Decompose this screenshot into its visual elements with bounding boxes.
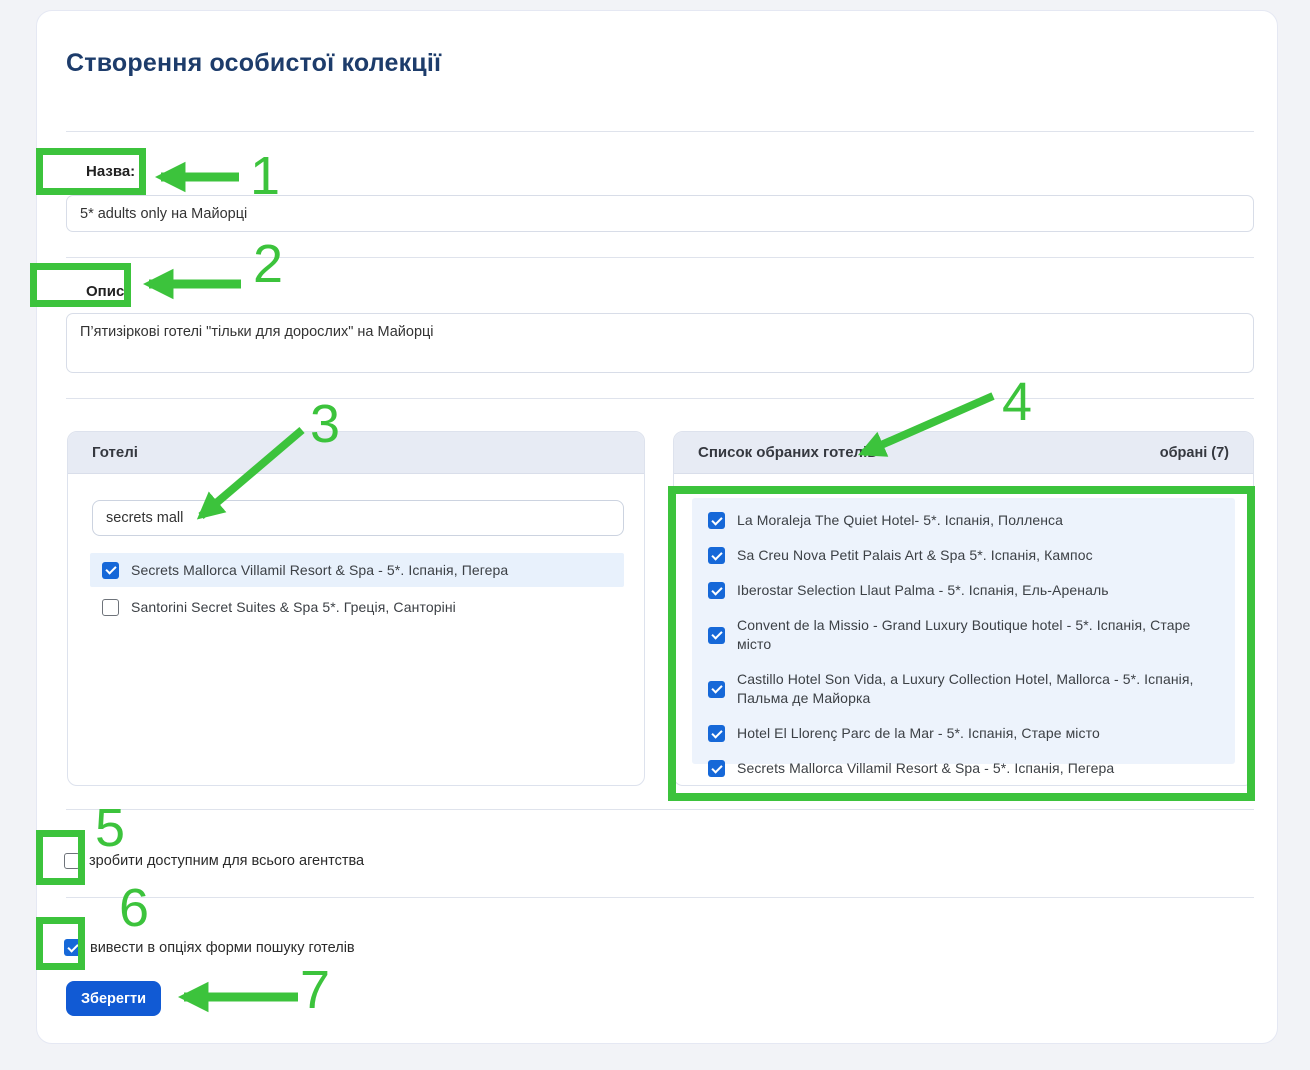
divider xyxy=(66,809,1254,810)
annotation-box-description-label xyxy=(30,263,131,307)
hotel-row[interactable]: Secrets Mallorca Villamil Resort & Spa -… xyxy=(90,553,624,587)
hotel-checkbox-unchecked[interactable] xyxy=(102,599,119,616)
annotation-box-selected-hotels xyxy=(668,486,1255,801)
annotation-number-3: 3 xyxy=(310,396,340,453)
annotation-arrow-2 xyxy=(135,266,247,302)
save-button[interactable]: Зберегти xyxy=(66,981,161,1016)
divider xyxy=(66,398,1254,399)
annotation-number-4: 4 xyxy=(1002,374,1032,431)
hotel-row[interactable]: Santorini Secret Suites & Spa 5*. Греція… xyxy=(90,590,624,624)
hotel-checkbox-checked[interactable] xyxy=(102,562,119,579)
annotation-number-1: 1 xyxy=(250,148,280,205)
annotation-arrow-1 xyxy=(145,159,245,195)
hotel-search-input[interactable] xyxy=(92,500,624,536)
hotels-panel-header: Готелі xyxy=(68,432,644,474)
name-input[interactable] xyxy=(66,195,1254,232)
annotation-arrow-3 xyxy=(185,420,310,532)
description-textarea[interactable]: П’ятизіркові готелі "тільки для дорослих… xyxy=(66,313,1254,373)
search-form-checkbox-label: вивести в опціях форми пошуку готелів xyxy=(90,940,355,956)
hotel-row-label: Santorini Secret Suites & Spa 5*. Греція… xyxy=(131,598,456,617)
hotel-row-label: Secrets Mallorca Villamil Resort & Spa -… xyxy=(131,561,508,580)
annotation-arrow-4 xyxy=(845,385,1000,470)
annotation-number-2: 2 xyxy=(253,236,283,293)
divider xyxy=(66,897,1254,898)
divider xyxy=(66,257,1254,258)
page: Створення особистої колекції Назва: * Оп… xyxy=(0,0,1310,1070)
annotation-number-7: 7 xyxy=(300,962,330,1019)
selected-count-badge: обрані (7) xyxy=(1160,445,1229,461)
annotation-arrow-7 xyxy=(168,978,308,1016)
agency-checkbox-label: зробити доступним для всього агентства xyxy=(89,853,364,869)
hotels-panel: Готелі Secrets Mallorca Villamil Resort … xyxy=(67,431,645,786)
annotation-box-name-label xyxy=(36,148,146,195)
annotation-box-search-form-checkbox xyxy=(36,917,85,970)
divider xyxy=(66,131,1254,132)
annotation-number-6: 6 xyxy=(119,880,149,937)
search-form-option-row[interactable]: вивести в опціях форми пошуку готелів xyxy=(64,939,355,956)
page-title: Створення особистої колекції xyxy=(66,49,441,78)
annotation-number-5: 5 xyxy=(95,800,125,857)
annotation-box-agency-checkbox xyxy=(36,830,85,885)
hotels-panel-title: Готелі xyxy=(92,444,138,461)
